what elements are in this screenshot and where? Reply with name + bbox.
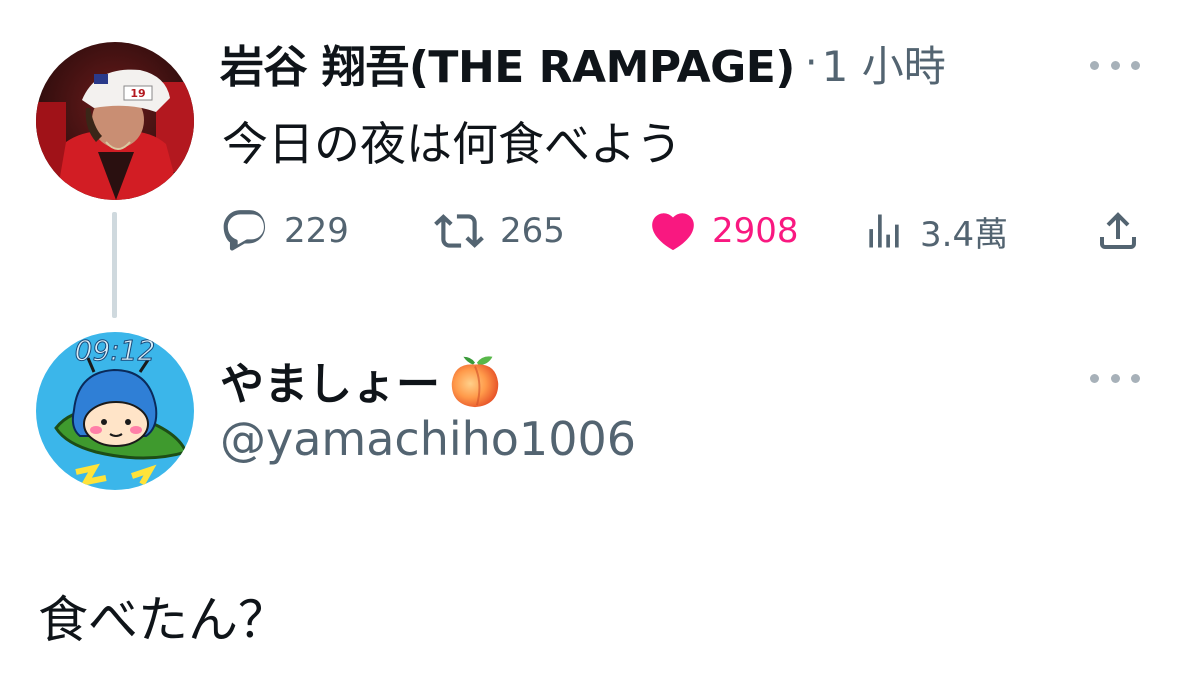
tweet-action-bar: 229 265 2908 3.4萬 [220, 200, 1140, 262]
peach-icon [451, 356, 499, 408]
reply-author-display-name[interactable]: やましょー [220, 348, 440, 412]
author-avatar[interactable]: 19 [36, 42, 194, 200]
svg-text:19: 19 [130, 87, 145, 100]
heart-icon [652, 213, 694, 251]
header-separator: · [804, 40, 818, 86]
reply-button[interactable]: 229 [220, 200, 349, 262]
reply-icon [223, 210, 266, 251]
reply-count: 229 [284, 211, 349, 251]
original-tweet-text: 今日の夜は何食べよう [222, 117, 682, 171]
reply-author-handle[interactable]: @yamachiho1006 [220, 412, 636, 466]
retweet-count: 265 [500, 211, 565, 251]
view-count: 3.4萬 [920, 214, 1009, 255]
retweet-icon [434, 214, 484, 248]
author-display-name[interactable]: 岩谷 翔吾(THE RAMPAGE) [220, 31, 795, 95]
thread-connector-line [112, 212, 117, 318]
like-button[interactable]: 2908 [648, 200, 799, 262]
avatar-clock-text: 09:12 [75, 334, 156, 367]
author-avatar-image: 19 [36, 42, 194, 200]
reply-author-avatar[interactable]: 09:12 [36, 332, 194, 490]
tweet-timestamp[interactable]: 1 小時 [822, 33, 946, 94]
like-count: 2908 [712, 211, 799, 251]
analytics-icon [869, 214, 899, 248]
reply-tweet-text: 食べたん？ [38, 591, 288, 649]
original-tweet-header: 岩谷 翔吾(THE RAMPAGE) · 1 小時 [220, 32, 946, 94]
share-button[interactable] [1094, 200, 1142, 262]
reply-more-options-icon[interactable] [1090, 368, 1140, 388]
reply-header: やましょー [220, 345, 506, 415]
views-button[interactable]: 3.4萬 [862, 200, 1008, 262]
more-options-icon[interactable] [1090, 55, 1140, 75]
share-icon [1100, 212, 1136, 249]
retweet-button[interactable]: 265 [432, 200, 565, 262]
reply-author-avatar-image: 09:12 [36, 332, 194, 490]
